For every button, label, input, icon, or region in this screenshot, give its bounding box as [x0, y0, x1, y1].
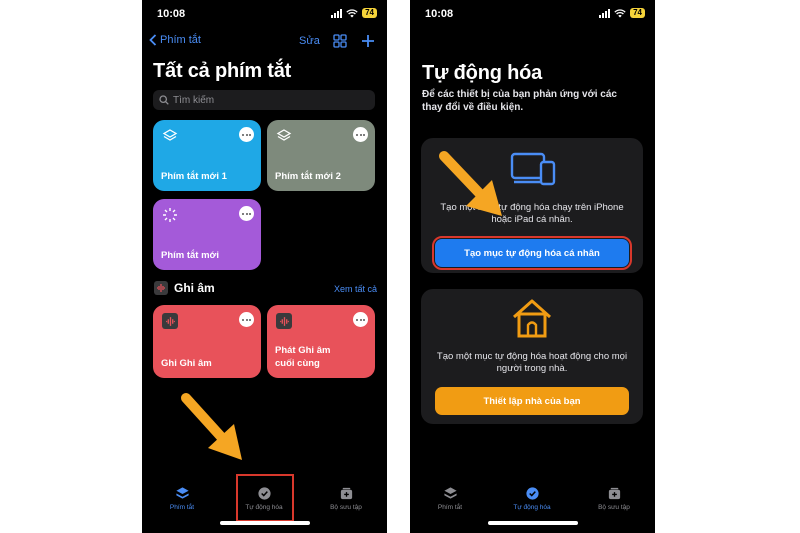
home-desc: Tạo một mục tự động hóa hoạt động cho mọ…: [436, 351, 628, 374]
status-bar: 10:08 74: [142, 8, 387, 22]
grid-view-icon[interactable]: [333, 34, 347, 48]
layers-icon: [162, 129, 178, 141]
pointer-arrow-icon: [181, 393, 242, 460]
tab-shortcuts[interactable]: Phím tắt: [152, 486, 212, 511]
see-all-link[interactable]: Xem tất cả: [334, 284, 377, 294]
section-header: Ghi âm: [154, 281, 215, 295]
shortcut-label: Phím tắt mới 1: [161, 171, 227, 182]
more-button[interactable]: [239, 127, 254, 142]
shortcut-label: Phím tắt mới: [161, 250, 219, 261]
page-subtitle: Để các thiết bị của bạn phản ứng với các…: [422, 89, 617, 113]
back-button[interactable]: Phím tắt: [149, 34, 201, 46]
more-button[interactable]: [353, 127, 368, 142]
set-up-home-button[interactable]: Thiết lập nhà của bạn: [435, 387, 629, 415]
home-icon: [513, 299, 551, 338]
more-button[interactable]: [239, 312, 254, 327]
devices-icon: [510, 152, 556, 186]
recording-label: Ghi Ghi âm: [161, 358, 212, 369]
tab-label: Bộ sưu tập: [598, 504, 630, 511]
gallery-icon: [340, 487, 352, 500]
search-bar[interactable]: [153, 90, 375, 110]
tab-gallery[interactable]: Bộ sưu tập: [316, 486, 376, 511]
back-label: Phím tắt: [160, 34, 201, 46]
search-icon: [159, 95, 169, 105]
home-indicator: [488, 521, 578, 525]
home-automation-panel: Tạo một mục tự động hóa hoạt động cho mọ…: [421, 289, 643, 424]
add-icon[interactable]: [361, 34, 375, 48]
tab-label: Phím tắt: [169, 504, 195, 511]
layers-icon: [443, 487, 457, 499]
tab-bar: Phím tắt Tự động hóa Bộ sưu tập: [410, 480, 655, 533]
tab-label: Phím tắt: [437, 504, 463, 511]
wifi-icon: [346, 8, 358, 17]
tab-label: Bộ sưu tập: [330, 504, 362, 511]
more-button[interactable]: [353, 312, 368, 327]
shortcuts-screen: 10:08 74 Phím tắt Sửa Tất cả phím tắt Ph…: [142, 0, 387, 533]
battery-indicator: 74: [362, 8, 377, 18]
pointer-arrow-icon: [439, 151, 502, 216]
voice-memo-icon: [276, 313, 292, 329]
shortcut-card[interactable]: Phím tắt mới 1: [153, 120, 261, 191]
nav-bar: Phím tắt Sửa: [142, 34, 387, 52]
tab-gallery[interactable]: Bộ sưu tập: [584, 486, 644, 511]
layers-icon: [175, 487, 189, 499]
edit-button[interactable]: Sửa: [299, 35, 320, 47]
recording-card[interactable]: Phát Ghi âm cuối cùng: [267, 305, 375, 378]
tab-shortcuts[interactable]: Phím tắt: [420, 486, 480, 511]
status-bar: 10:08 74: [410, 8, 655, 22]
page-title: Tất cả phím tắt: [153, 60, 292, 82]
tab-automation[interactable]: Tự động hóa: [502, 486, 562, 511]
section-title: Ghi âm: [174, 281, 215, 295]
status-time: 10:08: [157, 8, 186, 20]
home-indicator: [220, 521, 310, 525]
layers-icon: [276, 129, 292, 141]
sparkle-icon: [163, 208, 177, 222]
signal-icon: [331, 8, 343, 18]
create-personal-automation-button[interactable]: Tạo mục tự động hóa cá nhân: [432, 236, 632, 270]
automation-screen: 10:08 74 Tự động hóa Để các thiết bị của…: [410, 0, 655, 533]
more-button[interactable]: [239, 206, 254, 221]
signal-icon: [599, 8, 611, 18]
highlight-box: [236, 474, 294, 522]
chevron-left-icon: [149, 34, 157, 46]
gallery-icon: [608, 487, 620, 500]
shortcut-card[interactable]: Phím tắt mới 2: [267, 120, 375, 191]
voice-memo-icon: [162, 313, 178, 329]
shortcut-label: Phím tắt mới 2: [275, 171, 341, 182]
battery-indicator: 74: [630, 8, 645, 18]
wifi-icon: [614, 8, 626, 17]
search-input[interactable]: [173, 94, 353, 106]
page-title: Tự động hóa: [422, 62, 543, 84]
recording-card[interactable]: Ghi Ghi âm: [153, 305, 261, 378]
status-time: 10:08: [425, 8, 454, 20]
voice-memo-icon: [154, 281, 168, 295]
recording-label: Phát Ghi âm cuối cùng: [275, 345, 331, 369]
shortcut-card[interactable]: Phím tắt mới: [153, 199, 261, 270]
tab-label: Tự động hóa: [513, 504, 551, 511]
automation-check-icon: [525, 487, 539, 500]
